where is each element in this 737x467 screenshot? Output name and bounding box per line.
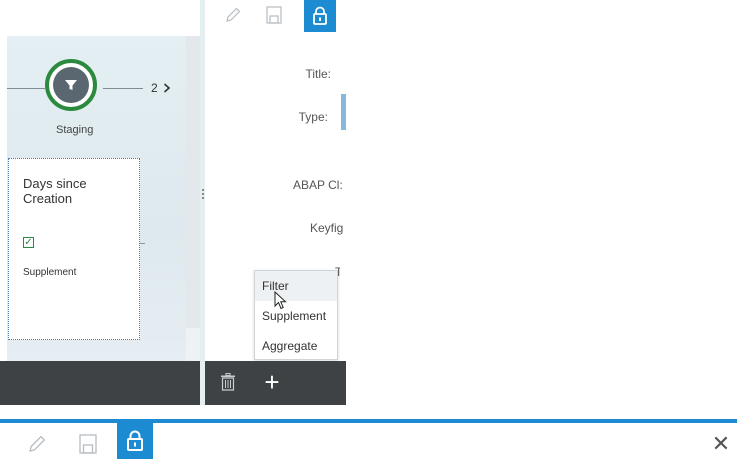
footer-save-button[interactable]: [76, 432, 100, 456]
plus-icon: +: [264, 367, 280, 397]
menu-item-filter[interactable]: Filter: [255, 271, 337, 301]
pencil-icon: [226, 7, 241, 22]
edit-button[interactable]: [222, 4, 244, 26]
stage-count-link[interactable]: 2: [151, 81, 171, 95]
mouse-cursor-icon: [274, 291, 287, 310]
menu-item-aggregate[interactable]: Aggregate: [255, 331, 337, 361]
stage-count: 2: [151, 81, 158, 95]
splitter-grip-icon[interactable]: [202, 188, 204, 200]
node-card-checkbox[interactable]: ✓: [23, 237, 34, 248]
pencil-icon: [29, 435, 46, 452]
save-button[interactable]: [263, 3, 285, 27]
title-label: Title:: [305, 67, 331, 81]
node-card-subtitle: Supplement: [23, 267, 77, 278]
lock-button[interactable]: [304, 0, 336, 32]
type-dropdown-menu[interactable]: Filter Supplement Aggregate: [254, 270, 338, 360]
staging-node[interactable]: [45, 59, 97, 111]
save-icon: [79, 434, 97, 454]
chevron-right-icon: [163, 83, 171, 93]
close-icon: ✕: [711, 431, 731, 456]
node-card[interactable]: Days since Creation ✓ Supplement: [8, 158, 140, 340]
pane-splitter[interactable]: [200, 0, 205, 405]
canvas-footer-bar: [0, 361, 200, 405]
node-card-title: Days since Creation: [23, 176, 87, 206]
type-field[interactable]: [341, 94, 346, 130]
menu-item-supplement[interactable]: Supplement: [255, 301, 337, 331]
footer-edit-button[interactable]: [25, 432, 49, 456]
keyfigure-label: Keyfig: [310, 221, 344, 235]
type-label: Type:: [298, 110, 328, 124]
save-icon: [266, 6, 282, 24]
toolbar-accent-rule: [0, 419, 737, 423]
flow-connector-right: [103, 88, 143, 89]
trash-icon: [221, 373, 235, 391]
filter-icon: [53, 67, 89, 103]
delete-button[interactable]: [218, 371, 238, 393]
lock-icon: [127, 430, 143, 451]
flow-connector-left: [7, 88, 45, 89]
close-button[interactable]: ✕: [710, 432, 732, 456]
stage-label: Staging: [56, 124, 94, 136]
footer-lock-button[interactable]: [117, 423, 153, 459]
lock-icon: [313, 6, 327, 25]
add-button[interactable]: +: [261, 367, 283, 397]
card-connector: [140, 243, 145, 244]
abap-class-label: ABAP Cl:: [293, 178, 343, 192]
canvas-scrollbar-thumb[interactable]: [186, 36, 200, 328]
